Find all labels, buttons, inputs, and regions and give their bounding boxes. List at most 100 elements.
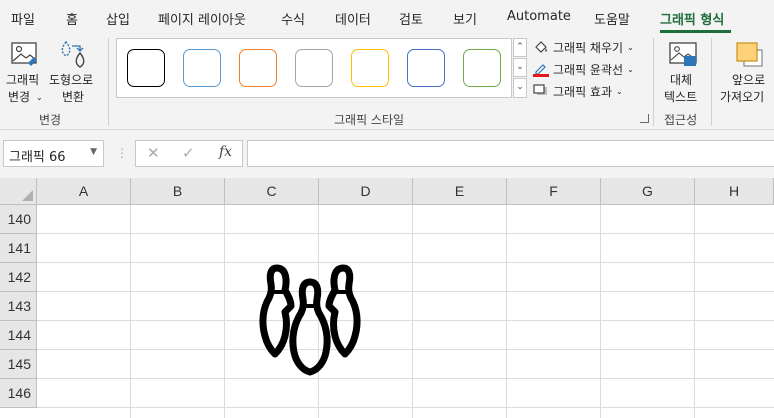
name-box[interactable]: 그래픽 66 ▼ (3, 140, 104, 167)
row-header[interactable]: 145 (0, 350, 37, 379)
row-header[interactable]: 141 (0, 234, 37, 263)
tab-page-layout[interactable]: 페이지 레이아웃 (158, 9, 246, 28)
chevron-down-icon: ⌄ (36, 93, 43, 102)
column-gridline (694, 205, 695, 418)
row-header[interactable]: 142 (0, 263, 37, 292)
pencil-outline-icon (533, 64, 549, 77)
column-header[interactable]: D (319, 178, 413, 205)
row-gridline (37, 233, 774, 234)
change-graphic-button[interactable]: 그래픽 변경 ⌄ (4, 36, 46, 106)
change-group-label: 변경 (39, 113, 62, 127)
row-gridline (37, 262, 774, 263)
column-gridline (224, 205, 225, 418)
column-gridline (412, 205, 413, 418)
enter-icon[interactable]: ✓ (182, 144, 195, 162)
chevron-up-icon: ⌃ (516, 42, 524, 52)
column-gridline (600, 205, 601, 418)
tab-help[interactable]: 도움말 (594, 9, 630, 28)
alt-text-icon (669, 42, 697, 66)
paint-bucket-icon (535, 41, 547, 53)
dialog-launcher-icon[interactable] (640, 114, 649, 123)
row-header[interactable]: 140 (0, 205, 37, 234)
accessibility-group-label: 접근성 (664, 113, 698, 127)
ribbon-tab-bar: 파일 홈 삽입 페이지 레이아웃 수식 데이터 검토 보기 Automate 도… (0, 0, 774, 34)
tab-file[interactable]: 파일 (11, 9, 35, 28)
row-gridline (37, 378, 774, 379)
chevron-down-icon: ⌄ (627, 64, 634, 74)
bring-forward-label-2: 가져오기 (720, 90, 765, 104)
formula-buttons: ✕ ✓ fx (135, 140, 243, 167)
convert-to-shape-label-2: 변환 (62, 90, 85, 104)
style-swatch[interactable] (407, 49, 445, 87)
chevron-down-icon: ⌄ (516, 62, 524, 72)
bring-forward-icon (736, 42, 763, 67)
column-gridline (506, 205, 507, 418)
insert-function-icon[interactable]: fx (219, 144, 232, 160)
style-swatch[interactable] (463, 49, 501, 87)
active-tab-indicator (660, 30, 731, 33)
graphic-styles-group-label: 그래픽 스타일 (334, 113, 405, 127)
select-all-triangle-icon (22, 190, 33, 201)
row-gridline (37, 320, 774, 321)
tab-review[interactable]: 검토 (399, 9, 423, 28)
convert-to-shape-icon (61, 40, 85, 68)
convert-to-shape-button[interactable]: 도형으로 변환 (48, 36, 100, 106)
bowling-pins-icon[interactable] (257, 262, 363, 378)
column-header[interactable]: H (695, 178, 774, 205)
column-header[interactable]: E (413, 178, 507, 205)
bring-forward-label-1: 앞으로 (732, 73, 766, 87)
column-header[interactable]: A (37, 178, 131, 205)
column-header[interactable]: G (601, 178, 695, 205)
style-swatch[interactable] (295, 49, 333, 87)
graphic-fill-button[interactable]: 그래픽 채우기 ⌄ (533, 37, 634, 57)
row-header[interactable]: 146 (0, 379, 37, 408)
tab-data[interactable]: 데이터 (335, 9, 371, 28)
alt-text-label-2: 텍스트 (664, 90, 698, 104)
column-header[interactable]: F (507, 178, 601, 205)
chevron-down-icon: ⌄ (627, 42, 634, 52)
column-header[interactable]: C (225, 178, 319, 205)
group-divider (653, 38, 654, 126)
name-box-value: 그래픽 66 (9, 150, 66, 165)
tab-insert[interactable]: 삽입 (106, 9, 130, 28)
graphic-style-gallery (116, 38, 512, 98)
chevron-down-icon: ⌄ (616, 86, 623, 96)
alt-text-button[interactable]: 대체 텍스트 (660, 36, 706, 106)
row-header[interactable]: 144 (0, 321, 37, 350)
tab-automate[interactable]: Automate (507, 9, 571, 24)
bring-forward-button[interactable]: 앞으로 가져오기 (718, 36, 774, 106)
row-header[interactable]: 143 (0, 292, 37, 321)
graphic-effects-button[interactable]: 그래픽 효과 ⌄ (533, 81, 623, 101)
formula-input[interactable] (247, 140, 774, 167)
style-swatch[interactable] (351, 49, 389, 87)
row-gridline (37, 349, 774, 350)
gallery-more-button[interactable]: ⌄ (513, 78, 527, 98)
tab-view[interactable]: 보기 (453, 9, 477, 28)
graphic-outline-label: 그래픽 윤곽선 (553, 62, 624, 77)
column-gridline (130, 205, 131, 418)
change-graphic-label-2: 변경 (8, 90, 31, 104)
graphic-outline-button[interactable]: 그래픽 윤곽선 ⌄ (533, 59, 634, 79)
chevron-down-icon[interactable]: ▼ (90, 147, 97, 157)
graphic-effects-label: 그래픽 효과 (553, 84, 613, 99)
gallery-scroll-up-button[interactable]: ⌃ (513, 38, 527, 57)
formula-bar: 그래픽 66 ▼ ⋮ ✕ ✓ fx (0, 130, 774, 178)
column-header[interactable]: B (131, 178, 225, 205)
tab-graphics-format[interactable]: 그래픽 형식 (660, 9, 724, 28)
alt-text-label-1: 대체 (670, 73, 693, 87)
convert-to-shape-label-1: 도형으로 (49, 73, 94, 87)
select-all-button[interactable] (0, 178, 37, 205)
change-graphic-icon (11, 42, 37, 66)
style-swatch[interactable] (239, 49, 277, 87)
formula-bar-grip-icon[interactable]: ⋮ (116, 146, 128, 160)
more-icon: ⌄ (516, 82, 524, 92)
gallery-scroll-down-button[interactable]: ⌄ (513, 58, 527, 77)
ribbon: 그래픽 변경 ⌄ 도형으로 변환 변경 ⌃ ⌄ ⌄ 그래픽 채우기 ⌄ 그래픽 … (0, 34, 774, 130)
cancel-icon[interactable]: ✕ (147, 144, 160, 162)
tab-home[interactable]: 홈 (66, 9, 78, 28)
style-swatch[interactable] (127, 49, 165, 87)
tab-formulas[interactable]: 수식 (281, 9, 305, 28)
worksheet-grid[interactable]: A B C D E F G H 140 141 142 143 144 145 146 (0, 178, 774, 418)
style-swatch[interactable] (183, 49, 221, 87)
group-divider (108, 38, 109, 126)
